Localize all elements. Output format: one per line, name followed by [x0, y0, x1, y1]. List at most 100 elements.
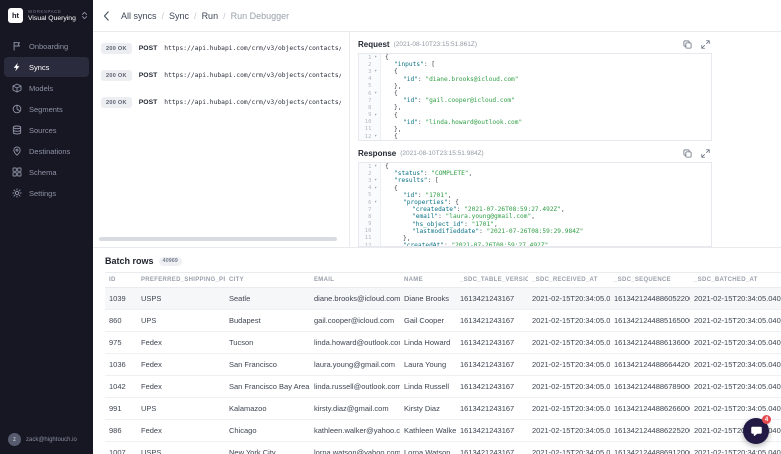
chat-unread-badge: 4	[762, 415, 771, 424]
code-text: "properties": {	[381, 199, 459, 206]
table-cell: 975	[105, 332, 137, 354]
request-list: 200 OKPOSThttps://api.hubapi.com/crm/v3/…	[93, 32, 350, 247]
back-chevron-icon[interactable]	[103, 11, 110, 21]
fold-toggle-icon[interactable]: ▾	[371, 164, 380, 169]
line-number: 9	[359, 112, 371, 118]
copy-icon[interactable]	[683, 149, 692, 158]
code-gutter: 7	[359, 97, 381, 104]
breadcrumb-item[interactable]: Sync	[169, 11, 189, 21]
code-text: {	[381, 185, 398, 192]
table-cell: diane.brooks@icloud.com	[310, 288, 400, 310]
column-header: PREFERRED_SHIPPING_PROVIDER	[137, 273, 225, 288]
table-row[interactable]: 991UPSKalamazookirsty.diaz@gmail.comKirs…	[105, 398, 781, 420]
table-row[interactable]: 1039USPSSeatlediane.brooks@icloud.comDia…	[105, 288, 781, 310]
table-row[interactable]: 975FedexTucsonlinda.howard@outlook.comLi…	[105, 332, 781, 354]
sidebar-item-sources[interactable]: Sources	[4, 120, 89, 140]
table-row[interactable]: 1036FedexSan Franciscolaura.young@gmail.…	[105, 354, 781, 376]
code-line: 6▾{	[359, 90, 711, 97]
response-panel-header: Response (2021-08-10T23:15:51.984Z)	[358, 147, 712, 162]
request-url: https://api.hubapi.com/crm/v3/objects/co…	[164, 99, 341, 106]
code-line: 4"id": "diane.brooks@icloud.com"	[359, 76, 711, 83]
table-row[interactable]: 860UPSBudapestgail.cooper@icloud.comGail…	[105, 310, 781, 332]
request-timestamp: (2021-08-10T23:15:51.861Z)	[394, 41, 477, 48]
table-row[interactable]: 1007USPSNew York Citylorna.watson@yahoo.…	[105, 442, 781, 454]
fold-toggle-icon[interactable]: ▾	[371, 55, 380, 60]
sidebar-item-label: Syncs	[29, 63, 49, 72]
app-root: ht WORKSPACE Visual Querying D... Onboar…	[0, 0, 781, 454]
http-method: POST	[139, 99, 158, 106]
column-header: NAME	[400, 273, 456, 288]
fold-toggle-icon[interactable]: ▾	[371, 134, 380, 139]
fold-toggle-icon[interactable]: ▾	[371, 69, 380, 74]
code-text: },	[381, 83, 401, 90]
table-cell: Fedex	[137, 420, 225, 442]
table-cell: 2021-02-15T20:34:05.040Z	[528, 354, 610, 376]
code-text: "createdate": "2021-07-26T08:59:27.492Z"…	[381, 206, 565, 213]
code-gutter: 6▾	[359, 90, 381, 97]
request-row[interactable]: 200 OKPOSThttps://api.hubapi.com/crm/v3/…	[93, 89, 349, 116]
column-header: _SDC_SEQUENCE	[610, 273, 690, 288]
avatar: z	[8, 433, 21, 446]
line-number: 12	[359, 243, 371, 247]
expand-icon[interactable]	[701, 149, 710, 158]
horizontal-scrollbar[interactable]	[99, 237, 337, 241]
table-row[interactable]: 986FedexChicagokathleen.walker@yahoo.com…	[105, 420, 781, 442]
sidebar-item-settings[interactable]: Settings	[4, 183, 89, 203]
sidebar-item-syncs[interactable]: Syncs	[4, 57, 89, 77]
sidebar-item-label: Sources	[29, 126, 57, 135]
request-panel-actions	[683, 40, 710, 49]
code-line: 11},	[359, 235, 711, 242]
chat-launcher[interactable]: 4	[743, 418, 769, 444]
sidebar-item-models[interactable]: Models	[4, 78, 89, 98]
line-number: 8	[359, 214, 371, 220]
request-url: https://api.hubapi.com/crm/v3/objects/co…	[164, 72, 341, 79]
table-cell: 2021-02-15T20:34:05.040Z	[690, 288, 781, 310]
settings-icon	[12, 188, 22, 198]
expand-icon[interactable]	[701, 40, 710, 49]
code-text: {	[381, 133, 398, 140]
workspace-switcher[interactable]: ht WORKSPACE Visual Querying D...	[0, 0, 93, 32]
sidebar-item-destinations[interactable]: Destinations	[4, 141, 89, 161]
user-account[interactable]: z zack@hightouch.io	[8, 433, 77, 446]
fold-toggle-icon[interactable]: ▾	[371, 178, 380, 183]
request-row[interactable]: 200 OKPOSThttps://api.hubapi.com/crm/v3/…	[93, 62, 349, 89]
fold-toggle-icon[interactable]: ▾	[371, 186, 380, 191]
code-gutter: 10	[359, 119, 381, 126]
fold-toggle-icon[interactable]: ▾	[371, 113, 380, 118]
breadcrumb-item[interactable]: Run	[202, 11, 219, 21]
table-cell: kathleen.walker@yahoo.com	[310, 420, 400, 442]
code-line: 10"id": "linda.howard@outlook.com"	[359, 119, 711, 126]
code-line: 2"inputs": [	[359, 61, 711, 68]
table-cell: Kathleen Walker	[400, 420, 456, 442]
code-text: {	[381, 90, 398, 97]
code-line: 8"email": "laura.young@gmail.com",	[359, 213, 711, 220]
main-content: All syncs/Sync/Run/Run Debugger 200 OKPO…	[93, 0, 781, 454]
request-row[interactable]: 200 OKPOSThttps://api.hubapi.com/crm/v3/…	[93, 35, 349, 62]
code-line: 10"lastmodifieddate": "2021-07-26T08:59:…	[359, 228, 711, 235]
code-text: "id": "linda.howard@outlook.com"	[381, 119, 522, 126]
code-gutter: 3▾	[359, 177, 381, 184]
sidebar-item-schema[interactable]: Schema	[4, 162, 89, 182]
table-cell: 1613421243167	[456, 442, 528, 454]
request-panel: Request (2021-08-10T23:15:51.861Z) 1▾{2"…	[358, 38, 712, 141]
copy-icon[interactable]	[683, 40, 692, 49]
table-cell: UPS	[137, 398, 225, 420]
line-number: 1	[359, 55, 371, 61]
table-row[interactable]: 1042FedexSan Francisco Bay Arealinda.rus…	[105, 376, 781, 398]
segments-icon	[12, 104, 22, 114]
table-cell: 2021-02-15T20:34:05.040Z	[690, 354, 781, 376]
batch-rows-title: Batch rows	[105, 256, 154, 266]
fold-toggle-icon[interactable]: ▾	[371, 91, 380, 96]
sidebar-item-onboarding[interactable]: Onboarding	[4, 36, 89, 56]
table-cell: 1613421243167	[456, 420, 528, 442]
fold-toggle-icon[interactable]: ▾	[371, 200, 380, 205]
code-gutter: 9	[359, 221, 381, 228]
code-gutter: 1▾	[359, 163, 381, 170]
breadcrumb-item[interactable]: All syncs	[121, 11, 157, 21]
table-cell: 1613421243167	[456, 354, 528, 376]
table-cell: USPS	[137, 288, 225, 310]
code-gutter: 12	[359, 242, 381, 247]
request-panel-title: Request	[358, 40, 390, 49]
breadcrumb-item[interactable]: Run Debugger	[231, 11, 290, 21]
sidebar-item-segments[interactable]: Segments	[4, 99, 89, 119]
